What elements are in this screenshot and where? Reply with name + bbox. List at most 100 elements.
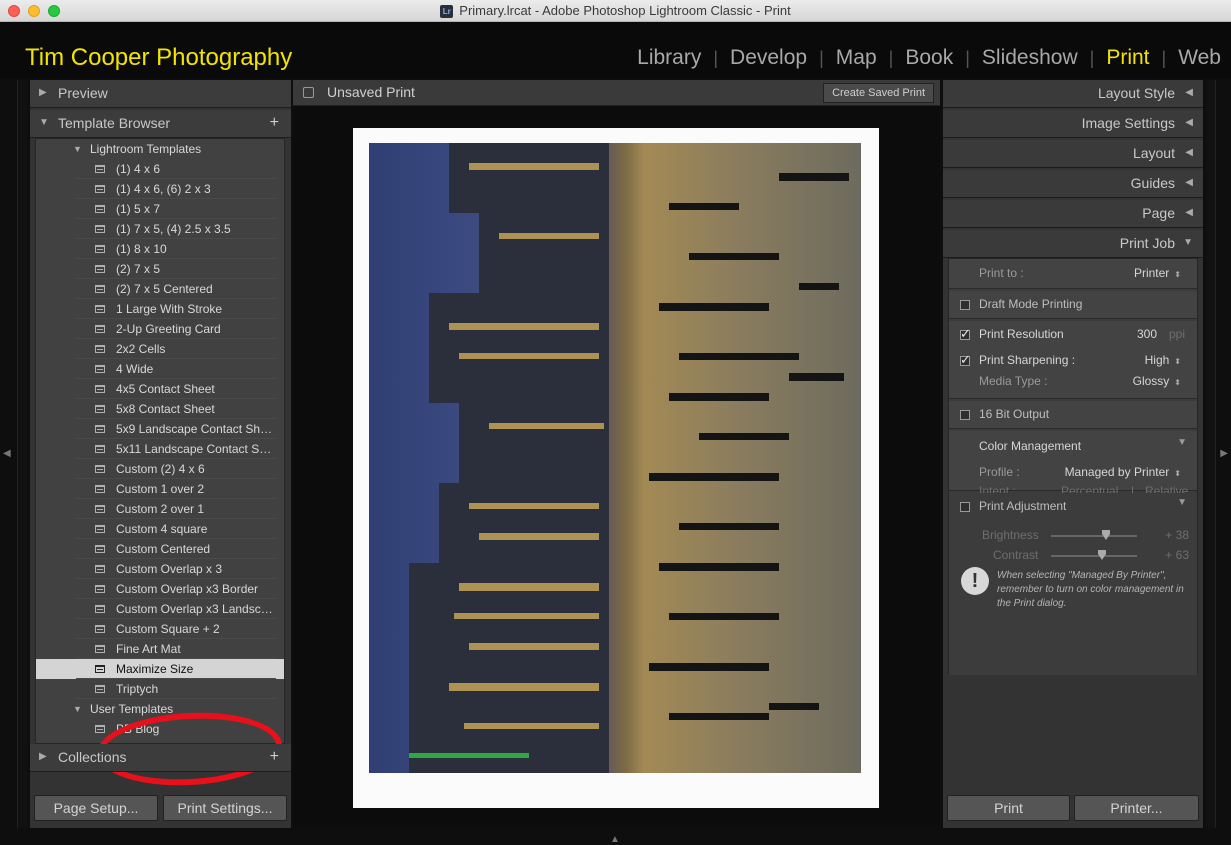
sharpening-select[interactable]: High ⬍ bbox=[1145, 353, 1181, 367]
module-develop[interactable]: Develop bbox=[730, 46, 807, 70]
template-item[interactable]: Maximize Size bbox=[36, 659, 284, 679]
template-item[interactable]: Custom Overlap x3 Landsc… bbox=[36, 599, 284, 619]
page-setup-button[interactable]: Page Setup... bbox=[34, 795, 158, 821]
template-item[interactable]: (1) 4 x 6 bbox=[36, 159, 284, 179]
template-browser-header[interactable]: ▼ Template Browser + bbox=[30, 110, 291, 138]
resolution-value[interactable]: 300 bbox=[1137, 327, 1157, 341]
module-map[interactable]: Map bbox=[836, 46, 877, 70]
template-item[interactable]: Fine Art Mat bbox=[36, 639, 284, 659]
template-item[interactable]: 2-Up Greeting Card bbox=[36, 319, 284, 339]
template-icon bbox=[95, 505, 105, 513]
template-item[interactable]: 4 Wide bbox=[36, 359, 284, 379]
print-adjustment-group: Print Adjustment ▼ Brightness + 38 Contr… bbox=[949, 493, 1197, 675]
folder-collapse-icon: ▼ bbox=[73, 144, 82, 154]
add-template-icon[interactable]: + bbox=[270, 110, 279, 136]
right-panel-scroll-strip[interactable] bbox=[1206, 80, 1216, 828]
template-item[interactable]: 4x5 Contact Sheet bbox=[36, 379, 284, 399]
print-adjustment-checkbox[interactable] bbox=[960, 502, 970, 512]
draft-mode-label: Draft Mode Printing bbox=[979, 297, 1083, 311]
template-item[interactable]: (1) 5 x 7 bbox=[36, 199, 284, 219]
module-slideshow[interactable]: Slideshow bbox=[982, 46, 1078, 70]
contrast-slider-thumb[interactable] bbox=[1098, 550, 1106, 560]
folder-lightroom-templates[interactable]: ▼ Lightroom Templates bbox=[36, 139, 284, 159]
collapse-triangle-icon[interactable]: ▼ bbox=[1177, 497, 1187, 508]
template-label: Custom Square + 2 bbox=[116, 622, 220, 636]
collapse-triangle-icon[interactable]: ▼ bbox=[1177, 437, 1187, 448]
printer-button[interactable]: Printer... bbox=[1074, 795, 1199, 821]
template-item[interactable]: Triptych bbox=[36, 679, 284, 699]
module-web[interactable]: Web bbox=[1178, 46, 1221, 70]
section-label: Image Settings bbox=[1081, 115, 1175, 131]
updown-icon: ⬍ bbox=[1174, 378, 1181, 387]
module-print[interactable]: Print bbox=[1106, 46, 1149, 70]
template-item[interactable]: (2) 7 x 5 bbox=[36, 259, 284, 279]
template-item[interactable]: Custom 1 over 2 bbox=[36, 479, 284, 499]
profile-select[interactable]: Managed by Printer ⬍ bbox=[1065, 465, 1181, 479]
template-item[interactable]: (1) 8 x 10 bbox=[36, 239, 284, 259]
filmstrip-toggle-icon[interactable]: ▲ bbox=[610, 834, 620, 845]
template-icon bbox=[95, 525, 105, 533]
window-title-bar: Lr Primary.lrcat - Adobe Photoshop Lightr… bbox=[0, 0, 1231, 22]
add-collection-icon[interactable]: + bbox=[270, 744, 279, 770]
template-item[interactable]: (1) 4 x 6, (6) 2 x 3 bbox=[36, 179, 284, 199]
template-item[interactable]: Custom Overlap x3 Border bbox=[36, 579, 284, 599]
layout-header[interactable]: Layout ◀ bbox=[943, 140, 1203, 168]
template-item[interactable]: 2x2 Cells bbox=[36, 339, 284, 359]
bit-output-row: 16 Bit Output bbox=[949, 401, 1197, 429]
module-library[interactable]: Library bbox=[637, 46, 701, 70]
left-panel: ▶ Preview ▼ Template Browser + ▼ Lightroom T… bbox=[30, 80, 291, 828]
template-item[interactable]: (1) 7 x 5, (4) 2.5 x 3.5 bbox=[36, 219, 284, 239]
brightness-slider[interactable] bbox=[1051, 535, 1137, 537]
template-item[interactable]: (2) 7 x 5 Centered bbox=[36, 279, 284, 299]
print-settings-button[interactable]: Print Settings... bbox=[163, 795, 287, 821]
template-item[interactable]: 5x8 Contact Sheet bbox=[36, 399, 284, 419]
module-book[interactable]: Book bbox=[905, 46, 953, 70]
expand-triangle-icon: ▼ bbox=[1183, 237, 1193, 248]
template-item[interactable]: Custom Centered bbox=[36, 539, 284, 559]
template-label: Triptych bbox=[116, 682, 159, 696]
print-button[interactable]: Print bbox=[947, 795, 1070, 821]
template-item[interactable]: 5x9 Landscape Contact Sh… bbox=[36, 419, 284, 439]
template-item[interactable]: Custom 2 over 1 bbox=[36, 499, 284, 519]
left-panel-toggle-icon[interactable]: ◀ bbox=[3, 448, 11, 459]
image-settings-header[interactable]: Image Settings ◀ bbox=[943, 110, 1203, 138]
template-icon bbox=[95, 545, 105, 553]
template-item[interactable]: 1 Large With Stroke bbox=[36, 299, 284, 319]
window-title-text: Primary.lrcat - Adobe Photoshop Lightroo… bbox=[459, 3, 791, 18]
media-type-select[interactable]: Glossy ⬍ bbox=[1133, 374, 1181, 388]
section-label: Page bbox=[1142, 205, 1175, 221]
template-label: Maximize Size bbox=[116, 662, 194, 676]
print-resolution-checkbox[interactable] bbox=[960, 326, 971, 342]
brightness-slider-thumb[interactable] bbox=[1102, 530, 1110, 540]
template-label: 5x11 Landscape Contact S… bbox=[116, 442, 272, 456]
draft-mode-checkbox[interactable] bbox=[960, 300, 970, 310]
right-panel-toggle-icon[interactable]: ▶ bbox=[1220, 448, 1228, 459]
print-photo[interactable] bbox=[369, 143, 861, 773]
preview-panel-header[interactable]: ▶ Preview bbox=[30, 80, 291, 108]
template-item[interactable]: Custom (2) 4 x 6 bbox=[36, 459, 284, 479]
left-panel-scroll-strip[interactable] bbox=[17, 80, 27, 828]
page-header[interactable]: Page ◀ bbox=[943, 200, 1203, 228]
preview-label: Preview bbox=[58, 85, 108, 101]
template-item[interactable]: 5x11 Landscape Contact S… bbox=[36, 439, 284, 459]
create-saved-print-button[interactable]: Create Saved Print bbox=[823, 83, 934, 103]
template-item[interactable]: Custom Overlap x 3 bbox=[36, 559, 284, 579]
template-item[interactable]: Custom Square + 2 bbox=[36, 619, 284, 639]
print-job-header[interactable]: Print Job ▼ bbox=[943, 230, 1203, 258]
bit-output-checkbox[interactable] bbox=[960, 410, 970, 420]
print-adjustment-label: Print Adjustment bbox=[979, 499, 1067, 513]
collections-header[interactable]: ▶ Collections + bbox=[30, 744, 291, 772]
section-label: Guides bbox=[1130, 175, 1175, 191]
template-label: Custom (2) 4 x 6 bbox=[116, 462, 205, 476]
layout-style-header[interactable]: Layout Style ◀ bbox=[943, 80, 1203, 108]
collapse-triangle-icon: ▼ bbox=[39, 117, 49, 128]
print-sharpening-checkbox[interactable] bbox=[960, 352, 971, 368]
template-item[interactable]: Custom 4 square bbox=[36, 519, 284, 539]
print-to-select[interactable]: Printer ⬍ bbox=[1134, 266, 1181, 280]
updown-icon: ⬍ bbox=[1174, 357, 1181, 366]
contrast-slider[interactable] bbox=[1051, 555, 1137, 557]
template-icon bbox=[95, 205, 105, 213]
color-management-label[interactable]: Color Management bbox=[979, 439, 1081, 453]
template-icon bbox=[95, 365, 105, 373]
guides-header[interactable]: Guides ◀ bbox=[943, 170, 1203, 198]
